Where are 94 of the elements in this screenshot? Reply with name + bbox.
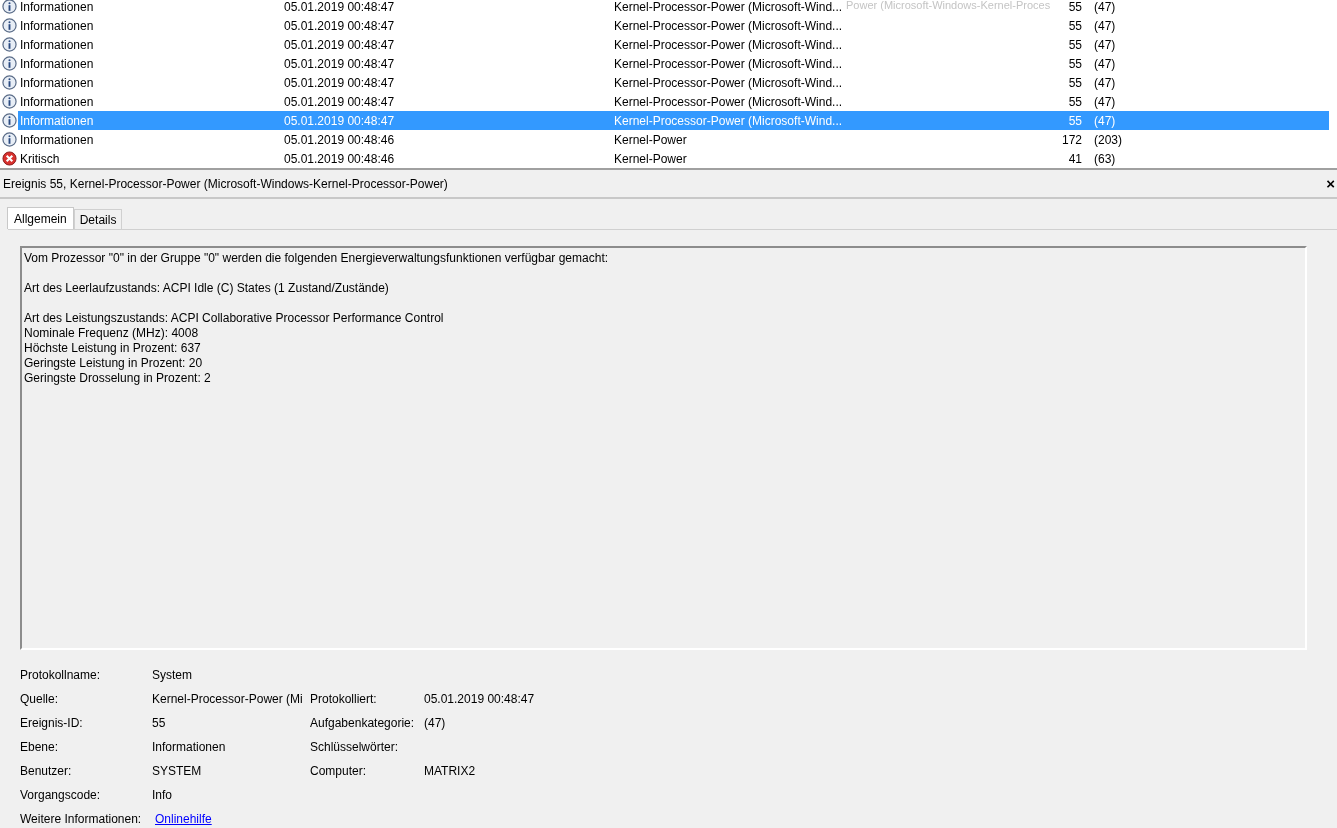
info-icon: [2, 75, 17, 90]
info-icon: [2, 0, 17, 14]
message-text: Art des Leerlaufzustands: ACPI Idle (C) States (1 Zustand/Zustände): [24, 281, 390, 296]
table-cell: Kernel-Processor-Power (Microsoft-Wind...: [614, 18, 843, 33]
event-row[interactable]: Informationen 05.01.2019 00:48:46 Kernel-Power 172 (203): [18, 130, 1329, 149]
event-row[interactable]: Informationen 05.01.2019 00:48:47 Kernel-Processor-Power (Microsoft-Wind... 55 (47): [18, 16, 1329, 35]
field-label: Weitere Informationen:: [20, 812, 143, 826]
table-cell: (203): [1094, 132, 1122, 147]
field-value: Informationen: [152, 740, 226, 754]
field-value: Kernel-Processor-Power (Mi: [152, 692, 303, 706]
info-icon: [2, 18, 17, 33]
table-cell: 55: [1068, 75, 1082, 90]
table-cell: (47): [1094, 56, 1116, 71]
message-text: Geringste Drosselung in Prozent: 2: [24, 371, 212, 386]
table-cell: (47): [1094, 113, 1116, 128]
table-cell: Kernel-Processor-Power (Microsoft-Wind...: [614, 37, 843, 52]
table-cell-text: 05.01.2019 00:48:47: [284, 0, 396, 14]
table-cell-text: Informationen: [19, 18, 95, 33]
help-link[interactable]: Onlinehilfe: [155, 812, 212, 826]
table-cell: 41: [1068, 151, 1082, 166]
table-cell: 55: [1068, 94, 1082, 109]
event-row[interactable]: Kritisch 05.01.2019 00:48:46 Kernel-Power 41 (63): [18, 149, 1329, 168]
field-label: Quelle:: [20, 692, 60, 706]
field-label: Vorgangscode:: [20, 788, 102, 802]
field-value: MATRIX2: [424, 764, 476, 778]
table-cell-text: 05.01.2019 00:48:47: [284, 113, 396, 128]
table-cell-text: 05.01.2019 00:48:47: [284, 56, 396, 71]
table-cell: 55: [1068, 37, 1082, 52]
table-cell: 55: [1068, 0, 1082, 14]
field-label: Protokolliert:: [310, 692, 377, 706]
info-icon: [2, 113, 17, 128]
info-icon: [2, 94, 17, 109]
table-cell: 172: [1061, 132, 1082, 147]
table-cell-text: Informationen: [19, 37, 95, 52]
field-value: (47): [424, 716, 446, 730]
field-label: Benutzer:: [20, 764, 73, 778]
table-cell: Kernel-Power: [614, 132, 687, 147]
field-label: Ereignis-ID:: [20, 716, 84, 730]
table-cell: Kernel-Power: [614, 151, 687, 166]
table-cell-text: 05.01.2019 00:48:47: [284, 75, 396, 90]
field-value: 05.01.2019 00:48:47: [424, 692, 535, 706]
table-cell: 55: [1068, 113, 1082, 128]
message-text: Geringste Leistung in Prozent: 20: [24, 356, 204, 371]
info-icon: [2, 37, 17, 52]
message-text: Nominale Frequenz (MHz): 4008: [24, 326, 200, 341]
table-cell: (47): [1094, 37, 1116, 52]
event-row[interactable]: Informationen 05.01.2019 00:48:47 Kernel-Processor-Power (Microsoft-Wind... Power (Microsoft-Windows-Kernel-Proces 55 (47): [18, 0, 1329, 16]
info-icon: [2, 132, 17, 147]
table-cell-text: Informationen: [19, 75, 95, 90]
message-text: Höchste Leistung in Prozent: 637: [24, 341, 202, 356]
table-cell: Kernel-Processor-Power (Microsoft-Wind...: [614, 0, 843, 14]
field-label: Schlüsselwörter:: [310, 740, 399, 754]
field-value: SYSTEM: [152, 764, 202, 778]
table-cell-text: Kritisch: [19, 151, 61, 166]
table-cell-text: 05.01.2019 00:48:47: [284, 94, 396, 109]
event-row[interactable]: Informationen 05.01.2019 00:48:47 Kernel-Processor-Power (Microsoft-Wind... 55 (47): [18, 92, 1329, 111]
field-value: System: [152, 668, 192, 682]
table-cell-text: Informationen: [19, 0, 95, 14]
table-cell-text: Informationen: [19, 56, 95, 71]
table-cell-text: 05.01.2019 00:48:46: [284, 132, 396, 147]
table-cell: 55: [1068, 56, 1082, 71]
table-cell-text: 05.01.2019 00:48:47: [284, 18, 396, 33]
table-cell: Kernel-Processor-Power (Microsoft-Wind...: [614, 56, 843, 71]
field-label: Ebene:: [20, 740, 60, 754]
event-title: Ereignis 55, Kernel-Processor-Power (Microsoft-Windows-Kernel-Processor-Power): [2, 176, 448, 191]
event-row[interactable]: Informationen 05.01.2019 00:48:47 Kernel-Processor-Power (Microsoft-Wind... 55 (47): [18, 35, 1329, 54]
field-value: 55: [152, 716, 166, 730]
tab[interactable]: Details: [73, 209, 123, 229]
field-label: Aufgabenkategorie:: [310, 716, 415, 730]
table-cell-text: Informationen: [19, 113, 95, 128]
table-cell: Kernel-Processor-Power (Microsoft-Wind...: [614, 94, 843, 109]
table-cell: (47): [1094, 18, 1116, 33]
close-button[interactable]: ×: [1324, 175, 1337, 192]
table-cell: (47): [1094, 94, 1116, 109]
message-text: Art des Leistungszustands: ACPI Collaborative Processor Performance Control: [24, 311, 445, 326]
field-value: Info: [152, 788, 172, 802]
info-icon: [2, 56, 17, 71]
tab[interactable]: Allgemein: [7, 207, 74, 229]
field-label: Computer:: [310, 764, 367, 778]
table-cell-text: Informationen: [19, 94, 95, 109]
message-text: Vom Prozessor "0" in der Gruppe "0" werden die folgenden Energieverwaltungsfunktionen verfügbar gemacht:: [24, 251, 610, 266]
table-cell: (47): [1094, 75, 1116, 90]
table-cell: 55: [1068, 18, 1082, 33]
event-row[interactable]: Informationen 05.01.2019 00:48:47 Kernel-Processor-Power (Microsoft-Wind... 55 (47): [18, 73, 1329, 92]
tooltip: Power (Microsoft-Windows-Kernel-Proces: [845, 0, 1052, 11]
table-cell-text: 05.01.2019 00:48:46: [284, 151, 396, 166]
table-cell: (47): [1094, 0, 1116, 14]
table-cell: Kernel-Processor-Power (Microsoft-Wind...: [614, 75, 843, 90]
table-cell: Kernel-Processor-Power (Microsoft-Wind...: [614, 113, 843, 128]
table-cell-text: Informationen: [19, 132, 95, 147]
table-cell-text: 05.01.2019 00:48:47: [284, 37, 396, 52]
field-label: Protokollname:: [20, 668, 102, 682]
table-cell: (63): [1094, 151, 1116, 166]
event-row[interactable]: Informationen 05.01.2019 00:48:47 Kernel-Processor-Power (Microsoft-Wind... 55 (47): [18, 54, 1329, 73]
